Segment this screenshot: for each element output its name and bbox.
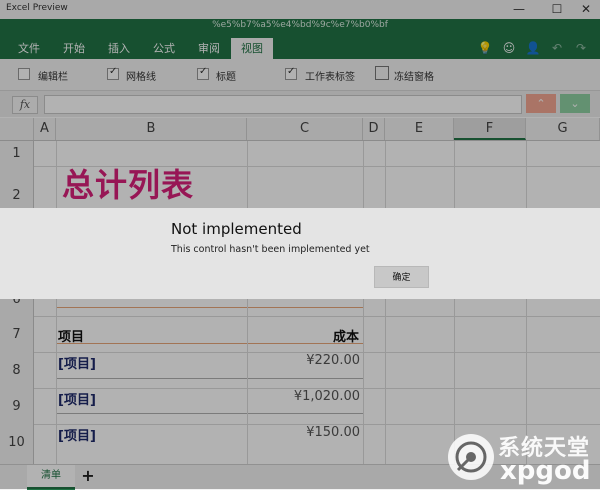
dialog-ok-button[interactable]: 确定 (374, 266, 429, 288)
dialog-title: Not implemented (171, 220, 302, 238)
dialog-message: This control hasn't been implemented yet (171, 244, 370, 255)
site-watermark: 系统天堂 xpgod (448, 428, 600, 489)
not-implemented-dialog: Not implemented This control hasn't been… (0, 208, 600, 299)
watermark-text-en: xpgod (500, 456, 591, 486)
watermark-logo-icon (448, 434, 494, 480)
